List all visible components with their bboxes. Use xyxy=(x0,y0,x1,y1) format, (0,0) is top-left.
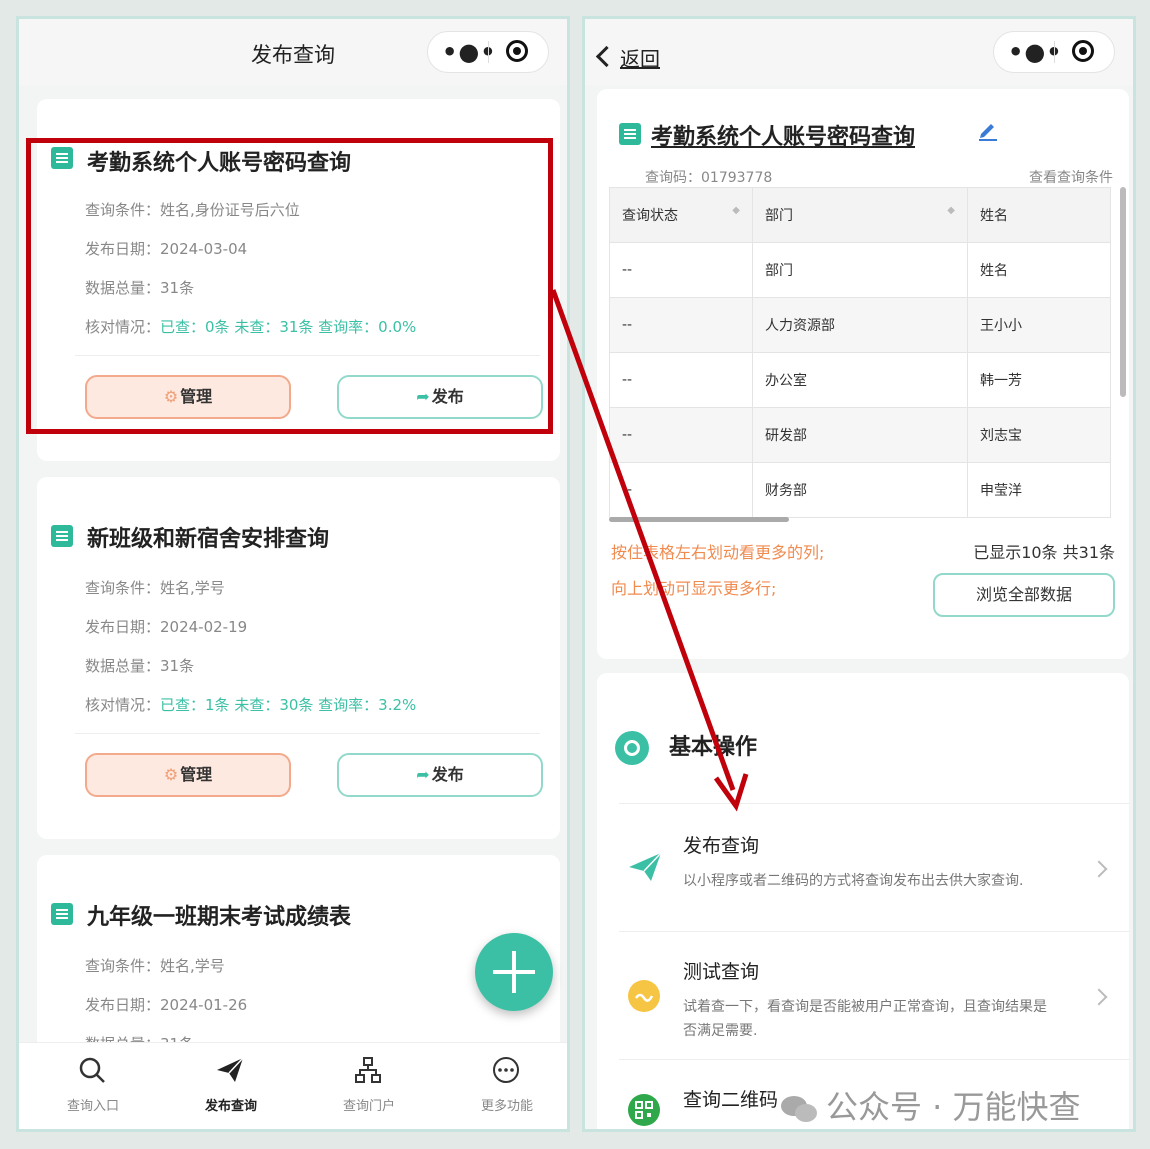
annotation-arrow xyxy=(550,289,749,812)
wechat-icon xyxy=(780,1094,818,1124)
watermark: 公众号 · 万能快查 xyxy=(780,1082,1081,1128)
